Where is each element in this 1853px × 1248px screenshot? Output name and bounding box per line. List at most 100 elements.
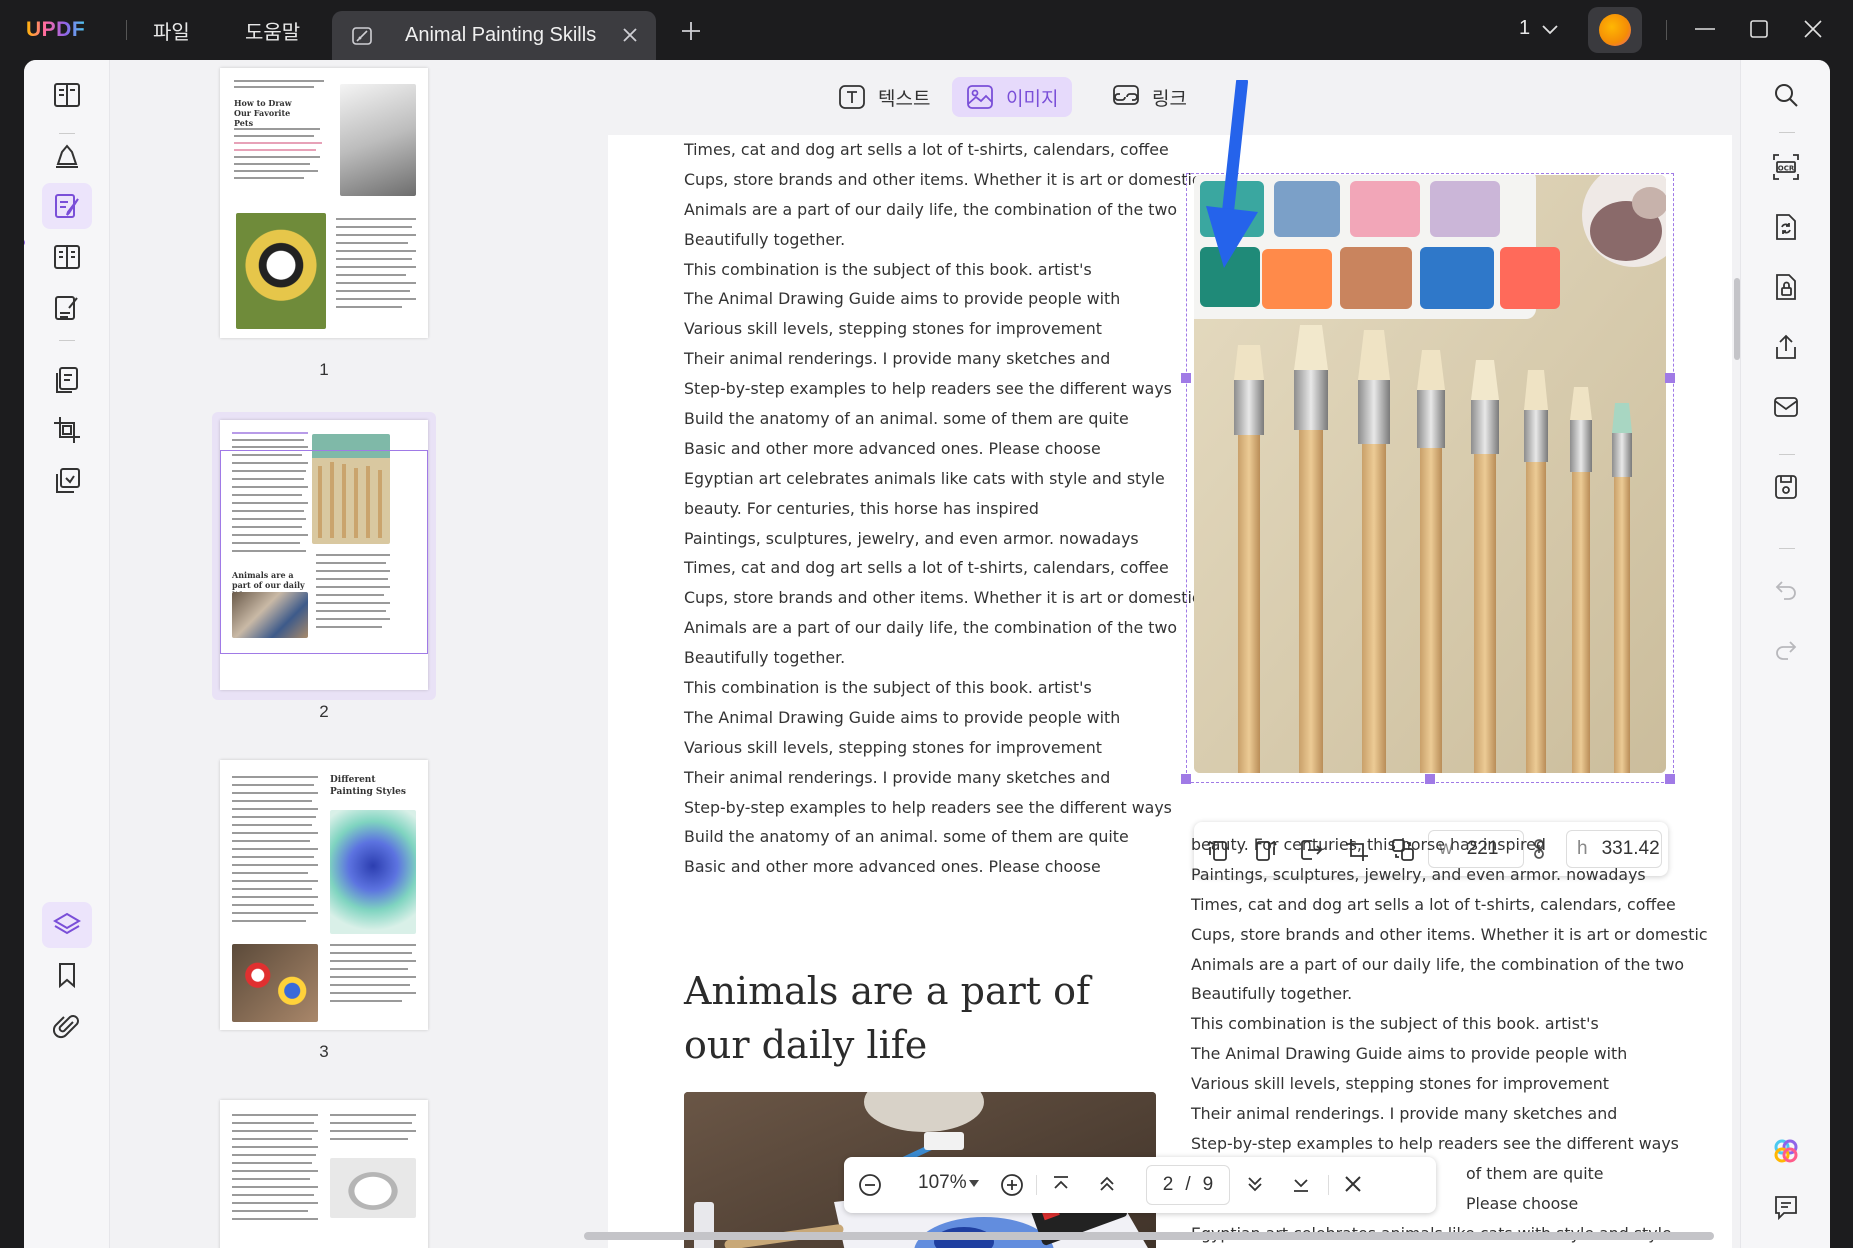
resize-handle-right[interactable] bbox=[1665, 373, 1675, 383]
comment-mode-button[interactable] bbox=[42, 132, 92, 178]
text-line[interactable]: Build the anatomy of an animal. some of … bbox=[684, 822, 1154, 852]
text-line[interactable]: Cups, store brands and other items. Whet… bbox=[684, 583, 1201, 613]
ocr-icon[interactable]: OCR bbox=[1763, 144, 1809, 190]
add-image-button[interactable]: 이미지 bbox=[952, 77, 1073, 117]
chevron-down-icon[interactable] bbox=[1541, 20, 1559, 38]
crop-page-button[interactable] bbox=[42, 407, 92, 453]
zoom-out-icon[interactable] bbox=[858, 1173, 882, 1197]
new-tab-icon[interactable] bbox=[680, 20, 702, 42]
menu-file[interactable]: 파일 bbox=[153, 16, 190, 45]
text-line[interactable]: Animals are a part of our daily life, th… bbox=[684, 613, 1177, 643]
next-page-icon[interactable] bbox=[1244, 1173, 1266, 1195]
text-line[interactable]: Step-by-step examples to help readers se… bbox=[684, 374, 1172, 404]
text-line[interactable]: beauty. For centuries, this horse has in… bbox=[1191, 830, 1671, 860]
zoom-in-icon[interactable] bbox=[1000, 1173, 1024, 1197]
resize-handle-bottom-left[interactable] bbox=[1181, 774, 1191, 784]
page-number-field[interactable]: 2 / 9 bbox=[1146, 1165, 1230, 1205]
text-line[interactable]: The Animal Drawing Guide aims to provide… bbox=[684, 703, 1154, 733]
text-line[interactable]: This combination is the subject of this … bbox=[684, 673, 1154, 703]
convert-pdf-icon[interactable] bbox=[1763, 204, 1809, 250]
thumbnail-page-4[interactable] bbox=[220, 1100, 428, 1248]
search-icon[interactable] bbox=[1763, 72, 1809, 118]
text-line[interactable]: Build the anatomy of an animal. some of … bbox=[684, 404, 1154, 434]
text-line[interactable]: Cups, store brands and other items. Whet… bbox=[684, 165, 1201, 195]
text-line[interactable]: Their animal renderings. I provide many … bbox=[1191, 1099, 1671, 1129]
close-zoom-bar-icon[interactable] bbox=[1342, 1173, 1364, 1195]
toolbar-separator bbox=[1779, 548, 1795, 549]
text-line[interactable]: Various skill levels, stepping stones fo… bbox=[684, 314, 1154, 344]
text-line[interactable]: Their animal renderings. I provide many … bbox=[684, 344, 1154, 374]
resize-handle-bottom[interactable] bbox=[1425, 774, 1435, 784]
save-icon[interactable] bbox=[1763, 464, 1809, 510]
add-link-button[interactable]: 링크 bbox=[1098, 77, 1201, 117]
text-line[interactable]: Animals are a part of our daily life, th… bbox=[1191, 950, 1684, 980]
thumbnail-page-3[interactable]: Different Painting Styles bbox=[220, 760, 428, 1030]
organize-page-button[interactable] bbox=[42, 234, 92, 280]
text-line[interactable]: Beautifully together. bbox=[1191, 979, 1671, 1009]
share-icon[interactable] bbox=[1763, 324, 1809, 370]
resize-handle-left[interactable] bbox=[1181, 373, 1191, 383]
section-heading-line-1[interactable]: Animals are a part of bbox=[684, 964, 1090, 1018]
maximize-icon[interactable] bbox=[1748, 18, 1770, 40]
text-line[interactable]: Paintings, sculptures, jewelry, and even… bbox=[1191, 860, 1671, 890]
minimize-icon[interactable] bbox=[1694, 18, 1716, 40]
protect-pdf-icon[interactable] bbox=[1763, 264, 1809, 310]
thumbnail-page-2[interactable]: Animals are a part of our daily life bbox=[220, 420, 428, 690]
reader-mode-button[interactable] bbox=[42, 72, 92, 118]
page-tools-button[interactable] bbox=[42, 357, 92, 403]
user-avatar[interactable] bbox=[1588, 7, 1642, 53]
close-tab-icon[interactable] bbox=[621, 26, 639, 44]
edit-mode-button[interactable] bbox=[42, 183, 92, 229]
total-pages: 9 bbox=[1202, 1174, 1214, 1195]
active-mode-indicator bbox=[24, 239, 25, 246]
redo-icon[interactable] bbox=[1763, 626, 1809, 672]
fill-sign-button[interactable] bbox=[42, 285, 92, 331]
attachment-button[interactable] bbox=[42, 1003, 92, 1049]
text-line[interactable]: Basic and other more advanced ones. Plea… bbox=[684, 434, 1154, 464]
thumbnail-page-1[interactable]: How to Draw Our Favorite Pets bbox=[220, 68, 428, 338]
text-line[interactable]: The Animal Drawing Guide aims to provide… bbox=[684, 284, 1154, 314]
window-count[interactable]: 1 bbox=[1519, 17, 1530, 40]
add-text-button[interactable]: 텍스트 bbox=[824, 77, 944, 117]
batch-tools-button[interactable] bbox=[42, 458, 92, 504]
text-line[interactable]: Egyptian art celebrates animals like cat… bbox=[684, 464, 1165, 494]
text-line[interactable]: Various skill levels, stepping stones fo… bbox=[684, 733, 1154, 763]
text-line[interactable]: Step-by-step examples to help readers se… bbox=[684, 793, 1172, 823]
bookmark-button[interactable] bbox=[42, 952, 92, 998]
document-tab[interactable]: Animal Painting Skills bbox=[332, 11, 656, 60]
zoom-level[interactable]: 107% bbox=[918, 1172, 967, 1194]
text-line[interactable]: Times, cat and dog art sells a lot of t-… bbox=[684, 553, 1169, 583]
text-line[interactable]: Animals are a part of our daily life, th… bbox=[684, 195, 1177, 225]
section-heading-line-2[interactable]: our daily life bbox=[684, 1018, 927, 1072]
text-line[interactable]: Various skill levels, stepping stones fo… bbox=[1191, 1069, 1671, 1099]
add-link-label: 링크 bbox=[1152, 87, 1187, 110]
updf-ai-icon[interactable] bbox=[1763, 1128, 1809, 1174]
comment-list-icon[interactable] bbox=[1763, 1184, 1809, 1230]
text-line[interactable]: Beautifully together. bbox=[684, 643, 1154, 673]
zoom-bar-separator bbox=[1328, 1175, 1329, 1195]
layers-button[interactable] bbox=[42, 902, 92, 948]
close-window-icon[interactable] bbox=[1802, 18, 1824, 40]
text-line[interactable]: Paintings, sculptures, jewelry, and even… bbox=[684, 524, 1154, 554]
text-line[interactable]: Cups, store brands and other items. Whet… bbox=[1191, 920, 1708, 950]
first-page-icon[interactable] bbox=[1050, 1173, 1072, 1195]
text-line[interactable]: Times, cat and dog art sells a lot of t-… bbox=[684, 135, 1169, 165]
tab-title: Animal Painting Skills bbox=[405, 24, 597, 46]
text-line[interactable]: Step-by-step examples to help readers se… bbox=[1191, 1129, 1679, 1159]
text-line[interactable]: Their animal renderings. I provide many … bbox=[684, 763, 1154, 793]
text-line[interactable]: Beautifully together. bbox=[684, 225, 1154, 255]
text-line[interactable]: beauty. For centuries, this horse has in… bbox=[684, 494, 1154, 524]
text-line[interactable]: Times, cat and dog art sells a lot of t-… bbox=[1191, 890, 1676, 920]
text-line[interactable]: Basic and other more advanced ones. Plea… bbox=[684, 852, 1154, 882]
email-icon[interactable] bbox=[1763, 384, 1809, 430]
previous-page-icon[interactable] bbox=[1096, 1173, 1118, 1195]
resize-handle-bottom-right[interactable] bbox=[1665, 774, 1675, 784]
text-line[interactable]: This combination is the subject of this … bbox=[1191, 1009, 1671, 1039]
horizontal-scrollbar[interactable] bbox=[584, 1232, 1714, 1240]
zoom-dropdown-icon[interactable] bbox=[968, 1179, 980, 1189]
text-line[interactable]: The Animal Drawing Guide aims to provide… bbox=[1191, 1039, 1671, 1069]
undo-icon[interactable] bbox=[1763, 566, 1809, 612]
text-line[interactable]: This combination is the subject of this … bbox=[684, 255, 1154, 285]
last-page-icon[interactable] bbox=[1290, 1173, 1312, 1195]
menu-help[interactable]: 도움말 bbox=[245, 16, 300, 45]
